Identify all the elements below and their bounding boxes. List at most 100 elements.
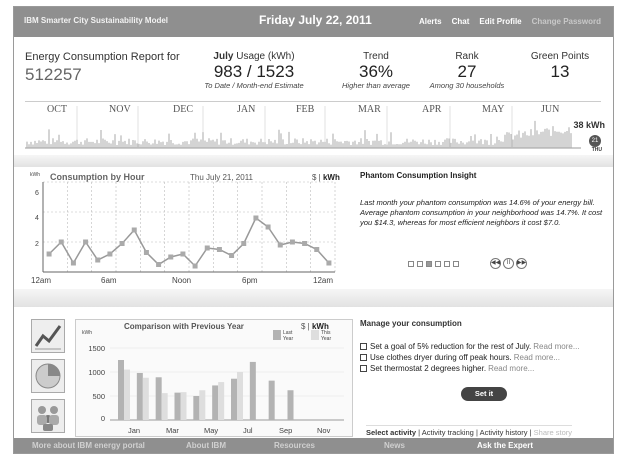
hourly-point	[143, 250, 149, 255]
trend-value: 36%	[358, 62, 394, 81]
bar-last-year	[249, 361, 256, 420]
chart-type-icons	[31, 319, 71, 439]
pager-dot[interactable]	[426, 261, 432, 267]
current-date: Friday July 22, 2011	[259, 13, 372, 27]
goal-checkbox[interactable]	[360, 343, 367, 350]
usage-month: July	[213, 51, 234, 62]
read-more-link[interactable]: Read more...	[488, 364, 534, 373]
footer-link-news[interactable]: News	[384, 441, 405, 450]
alerts-link[interactable]: Alerts	[419, 17, 442, 26]
hourly-point	[107, 251, 113, 257]
hourly-point	[83, 239, 89, 245]
bar-this-year	[161, 393, 168, 420]
hourly-point	[289, 239, 295, 245]
line-chart-icon[interactable]	[31, 319, 65, 353]
timeline-month: NOV	[109, 104, 131, 115]
hourly-chart-panel: kWh Consumption by Hour Thu July 21, 201…	[25, 170, 355, 288]
pager-dot[interactable]	[408, 261, 414, 267]
comparison-x-tick: Jul	[243, 426, 253, 435]
read-more-link[interactable]: Read more...	[533, 342, 579, 351]
usage-value: 983 / 1523	[213, 62, 295, 81]
tab-activity-history[interactable]: Activity history	[480, 428, 528, 437]
account-id: 512257	[25, 65, 82, 84]
usage-stat: July Usage (kWh) 983 / 1523 To Date / Mo…	[194, 51, 314, 90]
hourly-point	[265, 224, 271, 230]
chat-link[interactable]: Chat	[452, 17, 470, 26]
section-divider	[14, 155, 613, 167]
bar-this-year	[124, 369, 130, 420]
report-title: Energy Consumption Report for	[25, 51, 180, 63]
hourly-point	[314, 247, 320, 252]
bar-this-year	[180, 392, 187, 420]
forward-button[interactable]: ▶▶	[516, 258, 527, 269]
timeline-month: APR	[422, 104, 442, 115]
pause-button[interactable]: II	[503, 258, 514, 269]
top-links: Alerts Chat Edit Profile Change Password	[419, 17, 601, 26]
hourly-point	[119, 241, 125, 246]
hourly-point	[277, 242, 283, 248]
hourly-x-tick: Noon	[172, 276, 192, 285]
comparison-x-tick: Jan	[128, 426, 141, 435]
hourly-x-tick: 6am	[101, 276, 117, 285]
edit-profile-link[interactable]: Edit Profile	[479, 17, 521, 26]
app-window: IBM Smarter City Sustainability Model Fr…	[13, 6, 614, 454]
footer-link-about[interactable]: About IBM	[186, 441, 226, 450]
comparison-y-tick: 1000	[88, 368, 105, 377]
read-more-link[interactable]: Read more...	[514, 353, 560, 362]
timeline-month: JUN	[541, 104, 560, 115]
footer-link-energy-portal[interactable]: More about IBM energy portal	[32, 441, 145, 450]
current-day-marker[interactable]: 21	[589, 135, 601, 147]
usage-label: Usage (kWh)	[233, 51, 295, 62]
report-summary: Energy Consumption Report for 512257 Jul…	[14, 37, 613, 99]
current-kwh: 38 kWh	[573, 120, 605, 130]
comparison-x-tick: Nov	[317, 426, 331, 435]
manage-consumption-panel: Manage your consumption Set a goal of 5%…	[360, 319, 605, 437]
usage-sub: To Date / Month-end Estimate	[204, 81, 304, 90]
footer-link-ask-expert[interactable]: Ask the Expert	[477, 441, 533, 450]
points-stat: Green Points 13	[520, 51, 600, 81]
hourly-point	[70, 260, 76, 266]
bar-last-year	[193, 396, 200, 420]
bar-last-year	[118, 360, 124, 420]
tab-share-story[interactable]: Share story	[534, 428, 572, 437]
pager-dot[interactable]	[444, 261, 450, 267]
hourly-point	[229, 253, 235, 258]
goal-checkbox[interactable]	[360, 365, 367, 372]
pager-dot[interactable]	[435, 261, 441, 267]
comparison-y-tick: 500	[92, 392, 105, 401]
pie-chart-icon[interactable]	[31, 359, 65, 393]
activity-tabs: Select activity | Activity tracking | Ac…	[366, 425, 573, 437]
rewind-button[interactable]: ◀◀	[490, 258, 501, 269]
hourly-point	[204, 245, 210, 251]
footer-link-resources[interactable]: Resources	[274, 441, 315, 450]
timeline-month: FEB	[296, 104, 315, 115]
hourly-point	[180, 251, 186, 257]
daily-timeline[interactable]: OCT NOV DEC JAN FEB MAR APR MAY JUN 38 k…	[25, 101, 605, 153]
top-bar: IBM Smarter City Sustainability Model Fr…	[14, 7, 613, 37]
trend-sub: Higher than average	[342, 81, 410, 90]
hourly-point	[95, 257, 101, 263]
goal-checkbox[interactable]	[360, 354, 367, 361]
tab-select-activity[interactable]: Select activity	[366, 428, 416, 437]
hourly-y-tick: 2	[35, 241, 39, 248]
footer-bar: More about IBM energy portal About IBM R…	[14, 438, 613, 453]
pager-dot[interactable]	[417, 261, 423, 267]
pager-dot[interactable]	[453, 261, 459, 267]
people-icon[interactable]	[31, 399, 65, 433]
points-label: Green Points	[530, 51, 590, 62]
trend-label: Trend	[363, 51, 389, 62]
hourly-y-tick: 6	[35, 190, 39, 197]
bar-this-year	[142, 377, 149, 420]
set-it-button[interactable]: Set it	[461, 387, 507, 401]
points-value: 13	[550, 62, 570, 81]
trend-stat: Trend 36% Higher than average	[336, 51, 416, 90]
change-password-link[interactable]: Change Password	[532, 17, 601, 26]
comparison-x-tick: Mar	[166, 426, 179, 435]
bar-last-year	[212, 385, 219, 420]
comparison-y-tick: 1500	[88, 344, 105, 353]
hourly-point	[168, 254, 174, 260]
insight-controls: ◀◀ II ▶▶	[490, 258, 527, 269]
tab-activity-tracking[interactable]: Activity tracking	[422, 428, 474, 437]
hourly-point	[253, 215, 259, 221]
goal-item: Set a goal of 5% reduction for the rest …	[360, 342, 605, 351]
